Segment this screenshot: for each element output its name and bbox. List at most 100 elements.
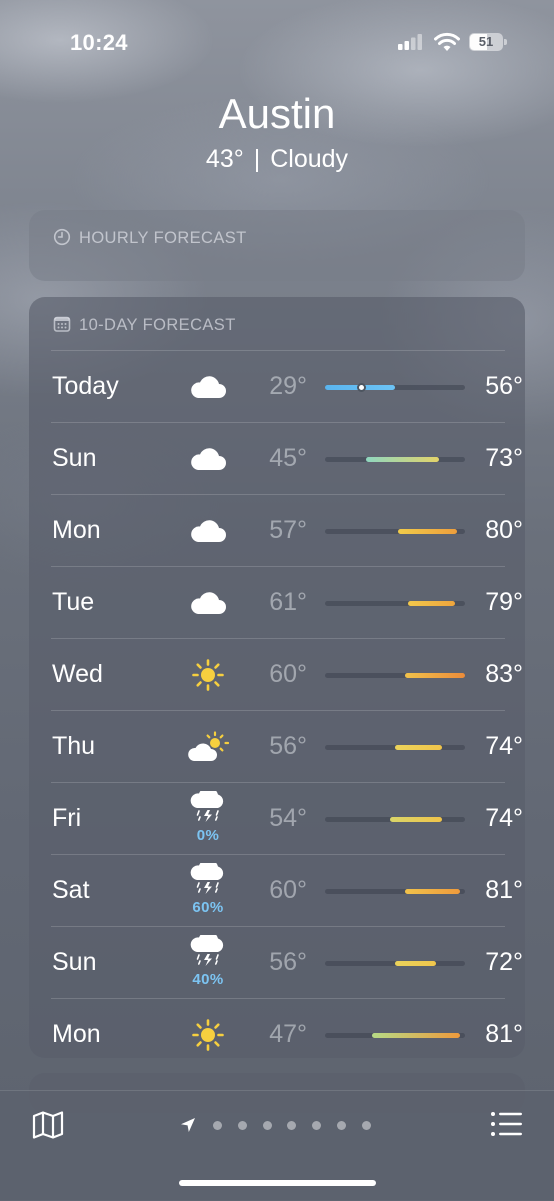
forecast-day: Sun	[52, 948, 97, 976]
low-temperature: 56°	[269, 948, 307, 976]
forecast-day: Mon	[52, 516, 101, 544]
forecast-row[interactable]: Fri 0% 54° 74°	[51, 782, 523, 854]
temperature-range-bar	[325, 817, 465, 822]
temperature-range-bar	[325, 1033, 465, 1038]
low-temperature: 60°	[269, 660, 307, 688]
page-dot[interactable]	[213, 1121, 222, 1130]
calendar-icon	[53, 316, 71, 332]
current-location-icon	[181, 1118, 195, 1132]
ten-day-forecast-card[interactable]: 10-DAY FORECAST Today 29° 56° Sun 45° 73° Mon 5…	[29, 297, 525, 1058]
forecast-day: Thu	[52, 732, 96, 760]
precipitation-chance: 40%	[192, 971, 224, 988]
temperature-range-fill	[371, 1033, 460, 1038]
forecast-day: Sun	[52, 444, 97, 472]
city-name: Austin	[218, 90, 336, 137]
page-dot[interactable]	[262, 1121, 272, 1130]
clock-icon	[53, 228, 71, 246]
current-temperature: 43°	[205, 145, 244, 173]
forecast-row[interactable]: Sat 60% 60° 81°	[51, 854, 523, 926]
temperature-range-fill	[407, 601, 455, 606]
temperature-range-fill	[405, 889, 460, 894]
current-temperature-marker	[356, 383, 366, 392]
high-temperature: 73°	[485, 444, 523, 472]
partly-sunny-icon	[183, 711, 233, 782]
high-temperature: 79°	[485, 588, 523, 616]
high-temperature: 81°	[485, 1020, 523, 1048]
high-temperature: 80°	[485, 516, 523, 544]
forecast-list: Today 29° 56° Sun 45° 73° Mon 57° 80° Tue 61° 79° We…	[51, 350, 523, 1070]
temperature-range-bar	[325, 961, 465, 966]
hourly-forecast-label: HOURLY FORECAST	[79, 229, 247, 247]
thunderstorm-icon: 60%	[183, 855, 233, 926]
forecast-row[interactable]: Wed 60° 83°	[51, 638, 523, 710]
forecast-row[interactable]: Thu 56° 74°	[51, 710, 523, 782]
low-temperature: 56°	[269, 732, 307, 760]
status-time: 10:24	[70, 30, 128, 55]
map-icon[interactable]	[32, 1111, 64, 1139]
high-temperature: 83°	[485, 660, 523, 688]
thunderstorm-icon: 40%	[183, 927, 233, 998]
page-dot[interactable]	[312, 1121, 322, 1130]
conditions-separator: |	[253, 145, 261, 173]
location-header: Austin 43° | Cloudy	[0, 88, 554, 176]
page-dot[interactable]	[287, 1121, 297, 1130]
cloud-icon	[183, 423, 233, 494]
status-bar: 10:24 51	[0, 28, 554, 58]
precipitation-chance: 60%	[192, 899, 224, 916]
cloud-icon	[183, 351, 233, 422]
current-condition: Cloudy	[270, 145, 349, 173]
temperature-range-bar	[325, 673, 465, 678]
temperature-range-bar	[325, 745, 465, 750]
cloud-icon	[183, 495, 233, 566]
ten-day-forecast-title: 10-DAY FORECAST	[53, 315, 236, 335]
location-list-icon[interactable]	[490, 1111, 522, 1137]
low-temperature: 54°	[269, 804, 307, 832]
page-dot[interactable]	[337, 1121, 346, 1130]
forecast-row[interactable]: Sun 45° 73°	[51, 422, 523, 494]
sun-icon	[183, 639, 233, 710]
home-indicator[interactable]	[179, 1180, 376, 1186]
forecast-row[interactable]: Tue 61° 79°	[51, 566, 523, 638]
low-temperature: 61°	[269, 588, 307, 616]
temperature-range-fill	[366, 457, 440, 462]
ten-day-forecast-label: 10-DAY FORECAST	[79, 316, 236, 334]
high-temperature: 72°	[485, 948, 523, 976]
low-temperature: 60°	[269, 876, 307, 904]
temperature-range-bar	[325, 889, 465, 894]
forecast-day: Sat	[52, 876, 90, 904]
temperature-range-fill	[389, 817, 442, 822]
battery-icon: 51	[469, 33, 509, 52]
cellular-signal-icon	[398, 34, 422, 50]
low-temperature: 29°	[269, 372, 307, 400]
hourly-forecast-card[interactable]: HOURLY FORECAST	[29, 210, 525, 281]
cloud-icon	[183, 567, 233, 638]
page-dot[interactable]	[361, 1121, 371, 1130]
forecast-day: Wed	[52, 660, 103, 688]
forecast-day: Tue	[52, 588, 95, 616]
forecast-row[interactable]: Today 29° 56°	[51, 350, 523, 422]
temperature-range-bar	[325, 601, 465, 606]
temperature-range-fill	[395, 745, 442, 750]
low-temperature: 45°	[269, 444, 307, 472]
temperature-range-bar	[325, 529, 465, 534]
forecast-row[interactable]: Sun 40% 56° 72°	[51, 926, 523, 998]
temperature-range-fill	[397, 529, 458, 534]
battery-level: 51	[478, 34, 494, 49]
temperature-range-fill	[395, 961, 437, 966]
temperature-range-bar	[325, 383, 465, 392]
forecast-day: Mon	[52, 1020, 101, 1048]
forecast-row[interactable]: Mon 57° 80°	[51, 494, 523, 566]
forecast-row[interactable]: Mon 47° 81°	[51, 998, 523, 1070]
current-conditions: 43° | Cloudy	[0, 142, 554, 176]
precipitation-chance: 0%	[196, 827, 220, 844]
temperature-range-bar	[325, 457, 465, 462]
sun-icon	[183, 999, 233, 1070]
page-dot[interactable]	[237, 1121, 247, 1130]
high-temperature: 74°	[485, 732, 523, 760]
high-temperature: 56°	[485, 372, 523, 400]
temperature-range-fill	[405, 673, 465, 678]
wifi-icon	[434, 32, 460, 51]
low-temperature: 57°	[269, 516, 307, 544]
forecast-day: Today	[52, 372, 119, 400]
high-temperature: 74°	[485, 804, 523, 832]
